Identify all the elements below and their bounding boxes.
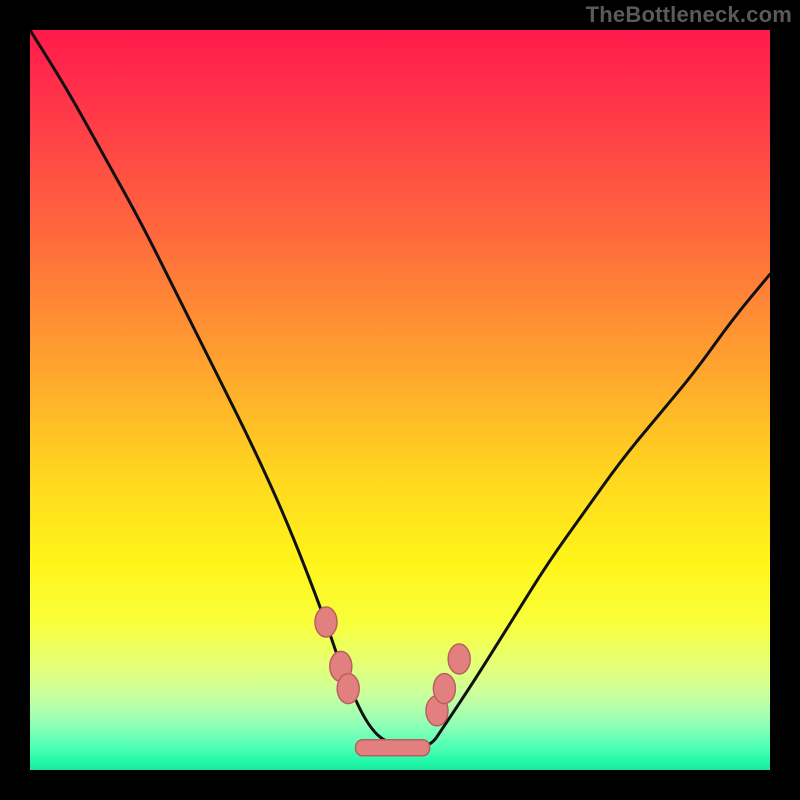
plot-area bbox=[30, 30, 770, 770]
soft-dot bbox=[337, 674, 359, 704]
curve-svg bbox=[30, 30, 770, 770]
soft-dot bbox=[315, 607, 337, 637]
watermark-text: TheBottleneck.com bbox=[586, 2, 792, 28]
soft-dots-group bbox=[315, 607, 470, 726]
trough-bar bbox=[356, 740, 430, 756]
soft-dot bbox=[433, 674, 455, 704]
soft-dot bbox=[448, 644, 470, 674]
chart-frame: TheBottleneck.com bbox=[0, 0, 800, 800]
bottleneck-curve bbox=[30, 30, 770, 748]
